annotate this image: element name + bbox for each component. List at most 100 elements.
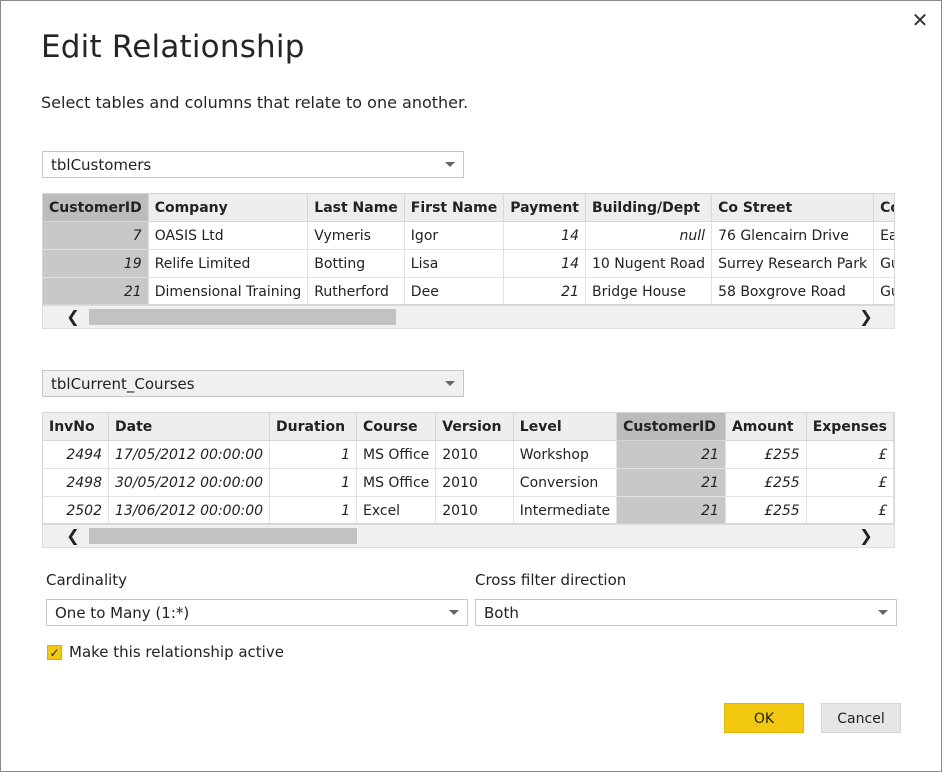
- chevron-down-icon: [445, 162, 455, 167]
- active-checkbox[interactable]: ✓: [47, 645, 62, 660]
- table-cell: MS Office: [356, 468, 437, 497]
- dialog-subtitle: Select tables and columns that relate to…: [41, 93, 469, 112]
- table-cell: 2010: [435, 440, 514, 469]
- column-header[interactable]: Last Name: [307, 194, 405, 222]
- table-cell: Botting: [307, 249, 405, 278]
- column-header[interactable]: Duration: [269, 413, 357, 441]
- table2-select-value: tblCurrent_Courses: [51, 375, 195, 393]
- column-header[interactable]: Course: [356, 413, 437, 441]
- table-cell: 58 Boxgrove Road: [711, 277, 875, 304]
- table-cell: MS Office: [356, 440, 437, 469]
- scrollbar-thumb[interactable]: [89, 309, 396, 325]
- table-row: 2494 17/05/2012 00:00:00 1 MS Office 2010 Wor…: [43, 440, 894, 469]
- cross-filter-label: Cross filter direction: [475, 571, 627, 589]
- ok-button[interactable]: OK: [724, 703, 804, 733]
- table-cell: 1: [269, 496, 357, 523]
- table-cell: Bridge House: [585, 277, 713, 304]
- table-cell: OASIS Ltd: [148, 221, 309, 250]
- table-cell: 1: [269, 468, 357, 497]
- table-cell: 21: [616, 468, 726, 497]
- column-header[interactable]: Payment: [503, 194, 586, 222]
- column-header[interactable]: CustomerID: [43, 194, 149, 222]
- chevron-down-icon: [449, 610, 459, 615]
- column-header[interactable]: Building/Dept: [585, 194, 713, 222]
- table-cell: 14: [503, 249, 586, 278]
- table-cell: 2502: [43, 496, 109, 523]
- scroll-right-icon[interactable]: ❯: [856, 308, 876, 326]
- cardinality-select[interactable]: One to Many (1:*): [46, 599, 468, 626]
- table-row: 21 Dimensional Training Rutherford Dee 21 Bri…: [43, 277, 894, 304]
- cross-filter-select[interactable]: Both: [475, 599, 897, 626]
- close-icon[interactable]: ✕: [909, 9, 931, 31]
- column-header[interactable]: Amount: [725, 413, 807, 441]
- scroll-left-icon[interactable]: ❮: [63, 308, 83, 326]
- table-cell: Vymeris: [307, 221, 405, 250]
- column-header[interactable]: Level: [513, 413, 618, 441]
- table-cell: 1: [269, 440, 357, 469]
- column-header[interactable]: Expenses: [806, 413, 894, 441]
- table-cell: 30/05/2012 00:00:00: [108, 468, 271, 497]
- table-cell: 7: [43, 221, 149, 250]
- table-cell: £: [806, 496, 894, 523]
- table-row: 7 OASIS Ltd Vymeris Igor 14 null 76 Glencairn …: [43, 221, 894, 250]
- table-cell: Excel: [356, 496, 437, 523]
- scroll-right-icon[interactable]: ❯: [856, 527, 876, 545]
- table-row: 2502 13/06/2012 00:00:00 1 Excel 2010 Interme…: [43, 496, 894, 523]
- table-cell: Lisa: [404, 249, 505, 278]
- cancel-button[interactable]: Cancel: [821, 703, 901, 733]
- table-cell: 21: [616, 496, 726, 523]
- table-cell: Dee: [404, 277, 505, 304]
- table-cell: Ea: [873, 221, 894, 250]
- table-cell: £: [806, 440, 894, 469]
- table-cell: 13/06/2012 00:00:00: [108, 496, 271, 523]
- table1-select[interactable]: tblCustomers: [42, 151, 464, 178]
- column-header[interactable]: Version: [435, 413, 514, 441]
- table-cell: Workshop: [513, 440, 618, 469]
- table2-select[interactable]: tblCurrent_Courses: [42, 370, 464, 397]
- table-cell: Gu: [873, 249, 894, 278]
- scroll-left-icon[interactable]: ❮: [63, 527, 83, 545]
- table-cell: Intermediate: [513, 496, 618, 523]
- table-cell: 21: [503, 277, 586, 304]
- edit-relationship-dialog: ✕ Edit Relationship Select tables and co…: [0, 0, 942, 772]
- table-row: 19 Relife Limited Botting Lisa 14 10 Nugent R…: [43, 249, 894, 278]
- table-cell: 2010: [435, 468, 514, 497]
- column-header[interactable]: First Name: [404, 194, 505, 222]
- checkmark-icon: ✓: [49, 646, 60, 660]
- table-cell: 2010: [435, 496, 514, 523]
- table-cell: Igor: [404, 221, 505, 250]
- dialog-title: Edit Relationship: [41, 29, 305, 65]
- cardinality-value: One to Many (1:*): [55, 604, 190, 622]
- table-cell: Rutherford: [307, 277, 405, 304]
- table-cell: null: [585, 221, 713, 250]
- column-header[interactable]: CustomerID: [616, 413, 726, 441]
- table-cell: 17/05/2012 00:00:00: [108, 440, 271, 469]
- table1-horizontal-scrollbar[interactable]: ❮ ❯: [42, 305, 895, 329]
- table-cell: 2498: [43, 468, 109, 497]
- column-header[interactable]: Co Street: [711, 194, 875, 222]
- table-cell: Surrey Research Park: [711, 249, 875, 278]
- active-checkbox-label[interactable]: Make this relationship active: [69, 643, 284, 661]
- table2-preview-grid: InvNo Date Duration Course Version Level Custo…: [42, 412, 895, 524]
- table-cell: £255: [725, 496, 807, 523]
- table-cell: 21: [616, 440, 726, 469]
- table-cell: Gu: [873, 277, 894, 304]
- table-cell: £: [806, 468, 894, 497]
- table-cell: 76 Glencairn Drive: [711, 221, 875, 250]
- table1-preview-grid: CustomerID Company Last Name First Name Paym…: [42, 193, 895, 305]
- scrollbar-thumb[interactable]: [89, 528, 357, 544]
- table-cell: Conversion: [513, 468, 618, 497]
- table-cell: 19: [43, 249, 149, 278]
- table2-horizontal-scrollbar[interactable]: ❮ ❯: [42, 524, 895, 548]
- table-cell: £255: [725, 468, 807, 497]
- column-header[interactable]: InvNo: [43, 413, 109, 441]
- chevron-down-icon: [878, 610, 888, 615]
- chevron-down-icon: [445, 381, 455, 386]
- column-header[interactable]: Co: [873, 194, 894, 222]
- column-header[interactable]: Date: [108, 413, 271, 441]
- cross-filter-value: Both: [484, 604, 519, 622]
- table-cell: 14: [503, 221, 586, 250]
- table-cell: Dimensional Training: [148, 277, 309, 304]
- table-cell: 2494: [43, 440, 109, 469]
- column-header[interactable]: Company: [148, 194, 309, 222]
